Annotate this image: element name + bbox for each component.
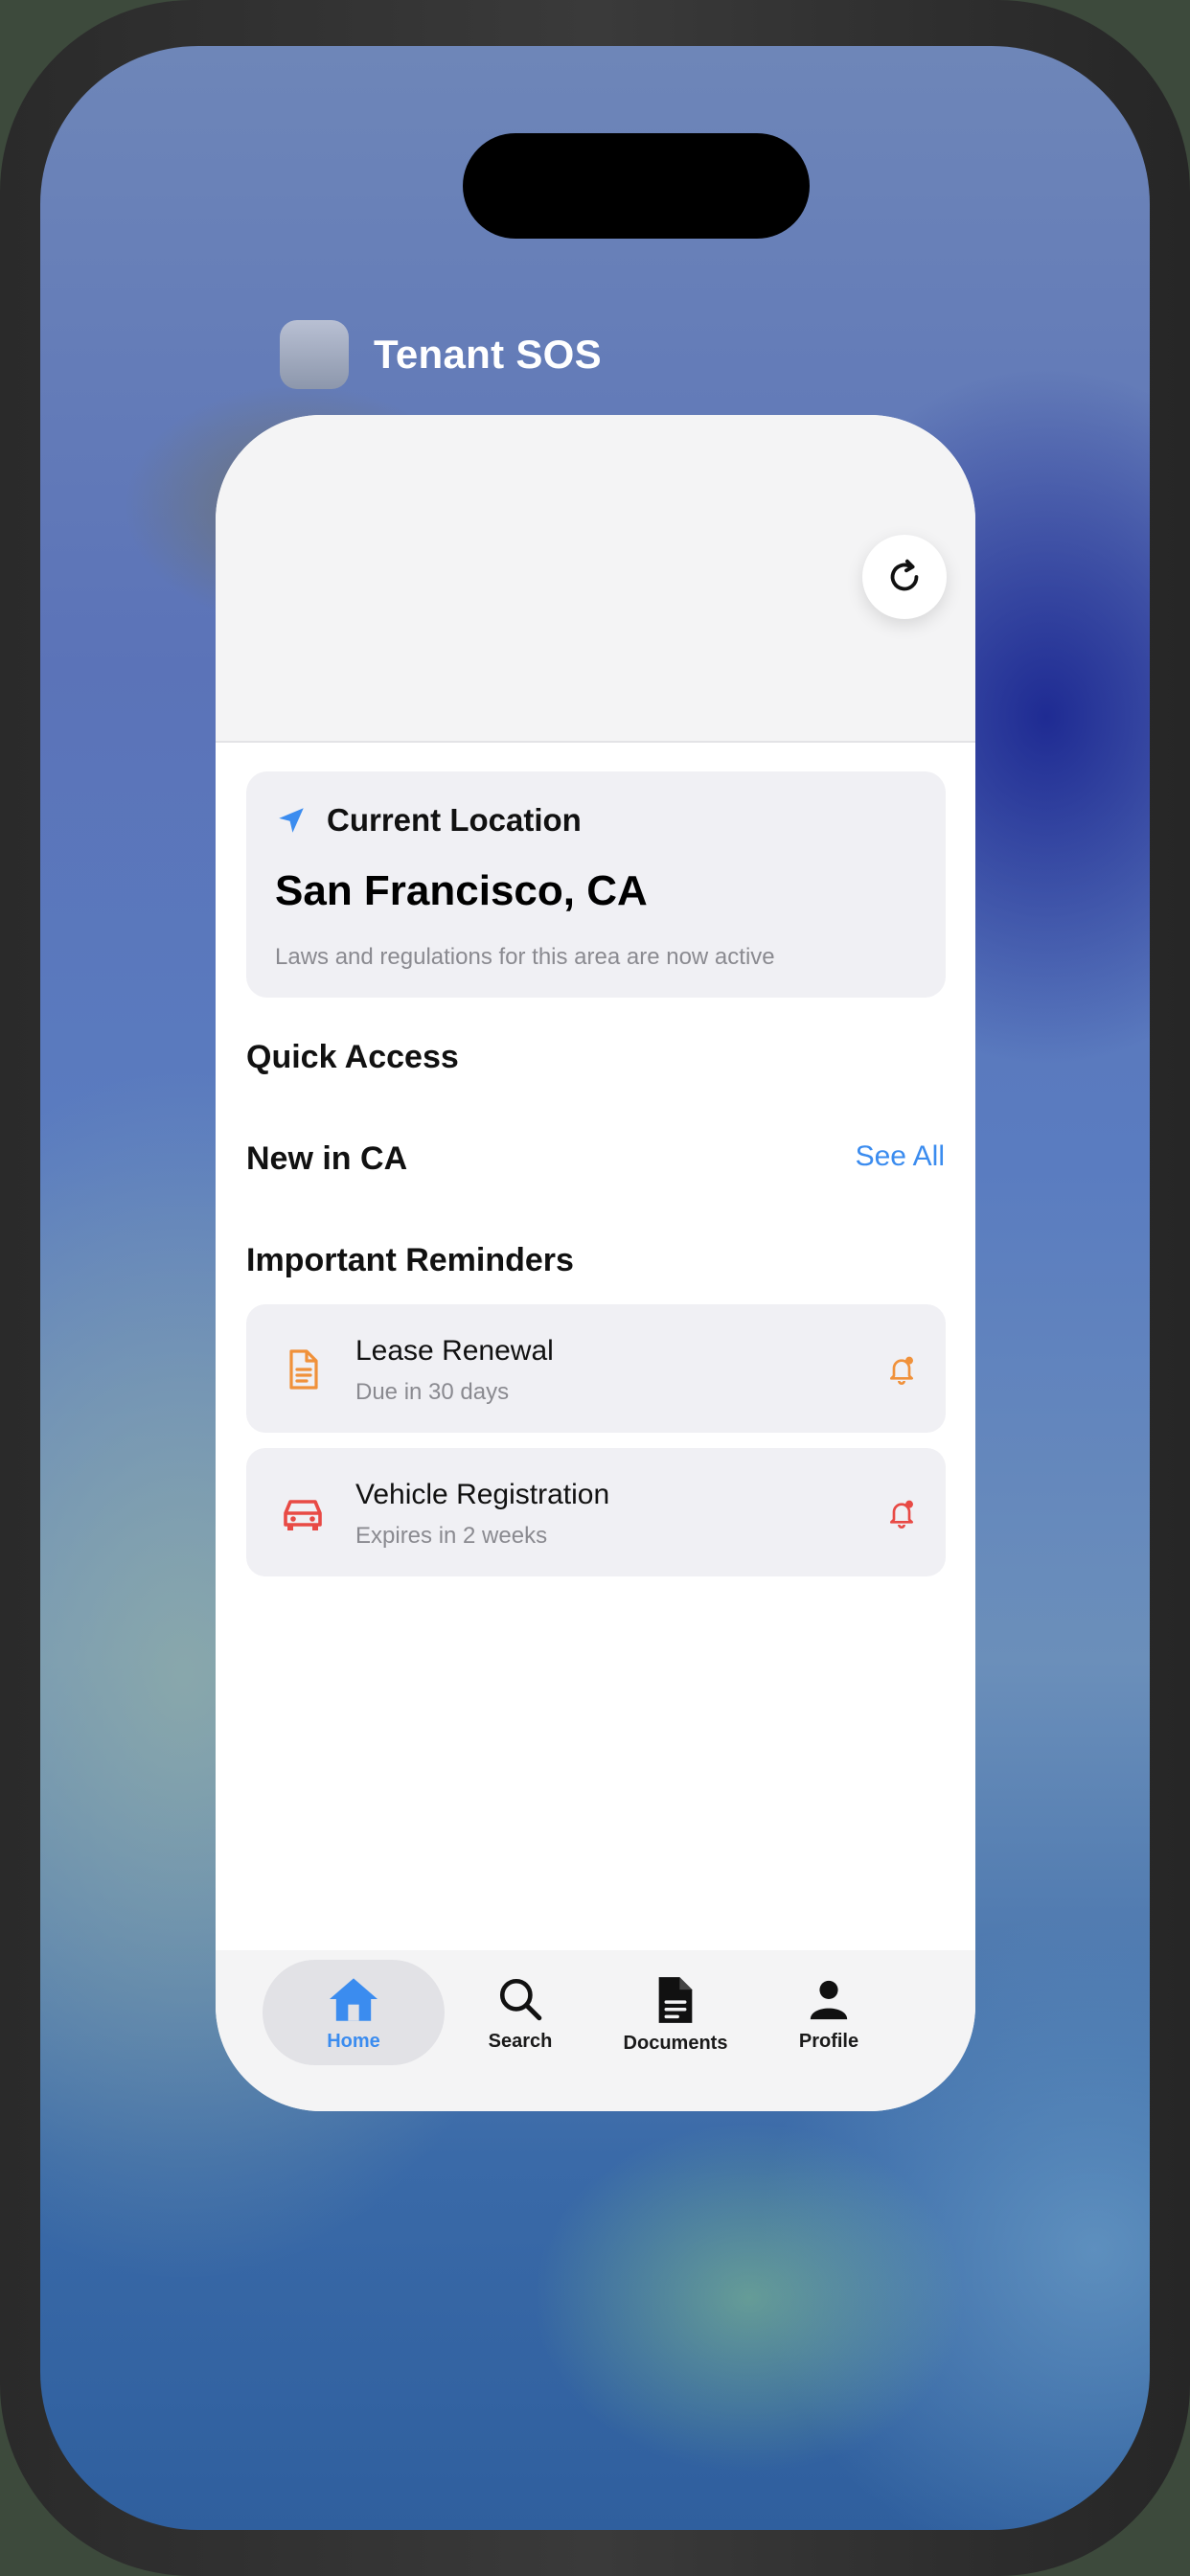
app-preview-card[interactable]: Current Location San Francisco, CA Laws … (216, 415, 975, 2111)
app-switcher-header[interactable]: Tenant SOS (280, 318, 602, 391)
location-arrow-icon (279, 808, 304, 833)
tab-label: Home (327, 2031, 380, 2052)
tab-label: Search (488, 2031, 553, 2052)
tab-label: Documents (623, 2033, 728, 2054)
car-icon (284, 1500, 322, 1530)
tab-bar: Home Search Documents Profile (216, 1950, 975, 2111)
header-area (216, 415, 975, 743)
house-icon (330, 1978, 378, 2021)
tab-documents[interactable]: Documents (604, 1960, 747, 2065)
location-heading-text: Current Location (327, 802, 582, 838)
location-heading: Current Location (275, 802, 582, 839)
dynamic-island (463, 133, 810, 239)
refresh-button[interactable] (862, 535, 947, 619)
app-name: Tenant SOS (374, 332, 602, 377)
tab-home[interactable]: Home (263, 1960, 445, 2065)
reminder-item-lease[interactable]: Lease Renewal Due in 30 days (246, 1304, 946, 1433)
reminder-title: Lease Renewal (355, 1335, 554, 1367)
reminder-title: Vehicle Registration (355, 1479, 610, 1510)
tab-label: Profile (798, 2031, 859, 2052)
document-icon (289, 1349, 318, 1390)
quick-access-title: Quick Access (246, 1039, 459, 1075)
reminder-item-vehicle[interactable]: Vehicle Registration Expires in 2 weeks (246, 1448, 946, 1576)
reminder-subtitle: Due in 30 days (355, 1379, 510, 1405)
see-all-link[interactable]: See All (856, 1140, 945, 1173)
person-icon (810, 1980, 848, 2020)
bell-icon[interactable] (886, 1354, 917, 1385)
new-in-title: New in CA (246, 1140, 408, 1177)
location-card[interactable]: Current Location San Francisco, CA Laws … (246, 771, 946, 998)
bell-icon[interactable] (886, 1498, 917, 1529)
refresh-icon (890, 559, 919, 591)
location-city: San Francisco, CA (275, 867, 648, 914)
tab-profile[interactable]: Profile (767, 1960, 891, 2065)
reminders-title: Important Reminders (246, 1242, 574, 1278)
tab-search[interactable]: Search (458, 1960, 583, 2065)
magnifier-icon (499, 1978, 542, 2021)
app-icon (280, 320, 349, 389)
location-note: Laws and regulations for this area are n… (275, 944, 775, 970)
document-icon (658, 1977, 693, 2023)
reminder-subtitle: Expires in 2 weeks (355, 1523, 548, 1549)
